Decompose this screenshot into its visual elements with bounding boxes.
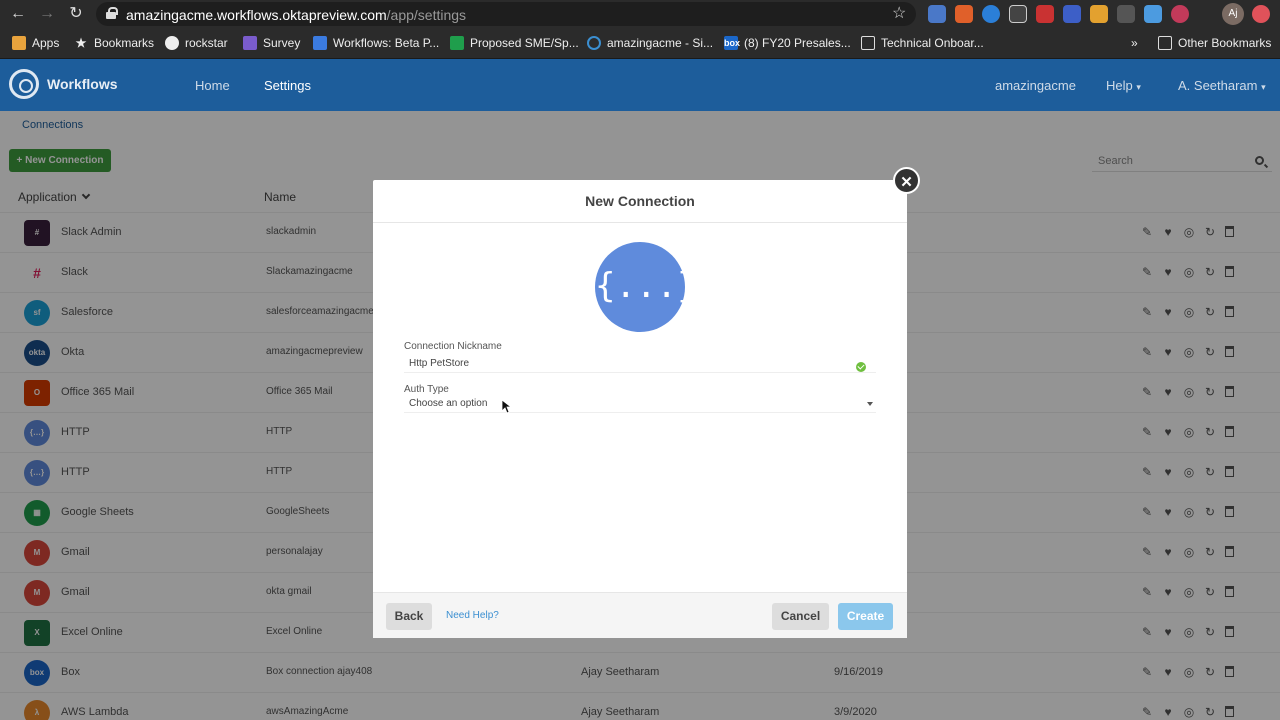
new-connection-modal: New Connection {...} Connection Nickname… <box>373 180 907 638</box>
apps-grid-icon <box>12 36 26 50</box>
brand-name: Workflows <box>47 76 118 92</box>
extension-blue-icon[interactable] <box>1144 5 1162 23</box>
bookmark-proposed-sme[interactable]: Proposed SME/Sp... <box>450 36 579 50</box>
back-arrow-icon[interactable]: ← <box>8 4 28 24</box>
bookmark-star-icon[interactable]: ☆ <box>892 3 906 23</box>
user-label: A. Seetharam <box>1178 78 1258 93</box>
auth-type-select[interactable]: Choose an option <box>404 395 876 413</box>
browser-toolbar: ← → ↻ amazingacme.workflows.oktapreview.… <box>0 0 1280 28</box>
bookmarks-bar: Apps ★ Bookmarks rockstar Survey Workflow… <box>0 28 1280 59</box>
help-menu[interactable]: Help ▾ <box>1106 78 1141 93</box>
bookmark-technical-onboarding[interactable]: Technical Onboar... <box>861 36 984 50</box>
bookmark-label: amazingacme - Si... <box>607 36 714 50</box>
valid-check-icon <box>856 362 866 372</box>
url-text: amazingacme.workflows.oktapreview.com/ap… <box>126 7 466 23</box>
other-bookmarks-label: Other Bookmarks <box>1178 36 1272 50</box>
bookmark-amazingacme[interactable]: amazingacme - Si... <box>587 36 713 50</box>
okta-icon <box>587 36 601 50</box>
bookmark-label: Survey <box>263 36 301 50</box>
bookmark-label: Proposed SME/Sp... <box>470 36 579 50</box>
sheets-icon <box>450 36 464 50</box>
chevron-down-icon: ▾ <box>1136 82 1141 92</box>
extension-search-icon[interactable] <box>1063 5 1081 23</box>
extension-yellow-icon[interactable] <box>1090 5 1108 23</box>
extension-pink-icon[interactable] <box>1171 5 1189 23</box>
cancel-button[interactable]: Cancel <box>772 603 829 630</box>
http-connector-icon: {...} <box>595 242 697 332</box>
help-label: Help <box>1106 78 1133 93</box>
extension-puzzle-icon[interactable] <box>1117 5 1135 23</box>
bookmark-label: Technical Onboar... <box>881 36 984 50</box>
bookmark-label: rockstar <box>185 36 228 50</box>
folder-icon <box>1158 36 1172 50</box>
url-path: /app/settings <box>386 7 467 23</box>
bookmark-apps[interactable]: Apps <box>12 36 59 50</box>
extension-red-icon[interactable] <box>1036 5 1054 23</box>
globe-icon <box>165 36 179 50</box>
bookmark-bookmarks[interactable]: ★ Bookmarks <box>74 36 154 50</box>
list-icon <box>243 36 257 50</box>
extension-circle-icon[interactable] <box>982 5 1000 23</box>
nickname-label: Connection Nickname <box>404 341 502 352</box>
folder-icon <box>861 36 875 50</box>
browser-menu-icon[interactable] <box>1252 5 1270 23</box>
extension-jb-icon[interactable] <box>1009 5 1027 23</box>
star-icon: ★ <box>75 36 87 50</box>
url-host: amazingacme.workflows.oktapreview.com <box>126 7 387 23</box>
forward-arrow-icon[interactable]: → <box>37 4 57 24</box>
chevron-down-icon: ▾ <box>1261 82 1266 92</box>
bookmark-label: Apps <box>32 36 60 50</box>
chevron-down-icon <box>867 402 873 406</box>
bookmark-label: Workflows: Beta P... <box>333 36 440 50</box>
org-name[interactable]: amazingacme <box>995 78 1076 93</box>
modal-footer: Back Need Help? Cancel Create <box>373 592 907 638</box>
extension-translate-icon[interactable] <box>928 5 946 23</box>
auth-type-label: Auth Type <box>404 384 449 395</box>
user-menu[interactable]: A. Seetharam ▾ <box>1178 78 1266 93</box>
box-icon: box <box>724 36 741 50</box>
bookmark-workflows-beta[interactable]: Workflows: Beta P... <box>313 36 439 50</box>
back-button[interactable]: Back <box>386 603 432 630</box>
bookmark-label: Bookmarks <box>94 36 155 50</box>
nav-home[interactable]: Home <box>195 78 230 93</box>
bookmark-fy20-presales[interactable]: box (8) FY20 Presales... <box>724 36 851 50</box>
more-bookmarks-button[interactable]: » <box>1131 36 1138 50</box>
create-button[interactable]: Create <box>838 603 893 630</box>
address-bar[interactable]: amazingacme.workflows.oktapreview.com/ap… <box>96 2 916 26</box>
bookmark-label: (8) FY20 Presales... <box>744 36 851 50</box>
modal-title: New Connection <box>373 180 907 223</box>
bookmark-survey[interactable]: Survey <box>243 36 300 50</box>
nav-settings[interactable]: Settings <box>264 78 311 93</box>
bookmark-rockstar[interactable]: rockstar <box>165 36 228 50</box>
mouse-pointer-icon <box>502 400 511 414</box>
reload-icon[interactable]: ↻ <box>66 4 86 24</box>
other-bookmarks[interactable]: Other Bookmarks <box>1158 36 1271 50</box>
nickname-input[interactable]: Http PetStore <box>404 355 876 373</box>
extension-orange-icon[interactable] <box>955 5 973 23</box>
extensions-bar <box>928 5 1189 23</box>
profile-avatar[interactable]: Aj <box>1222 3 1244 25</box>
need-help-link[interactable]: Need Help? <box>446 610 499 621</box>
workflows-icon <box>313 36 327 50</box>
app-header: Workflows Home Settings amazingacme Help… <box>0 59 1280 111</box>
lock-icon <box>106 7 118 19</box>
close-icon[interactable]: ✕ <box>893 167 920 194</box>
workflows-logo-icon[interactable] <box>9 69 39 99</box>
